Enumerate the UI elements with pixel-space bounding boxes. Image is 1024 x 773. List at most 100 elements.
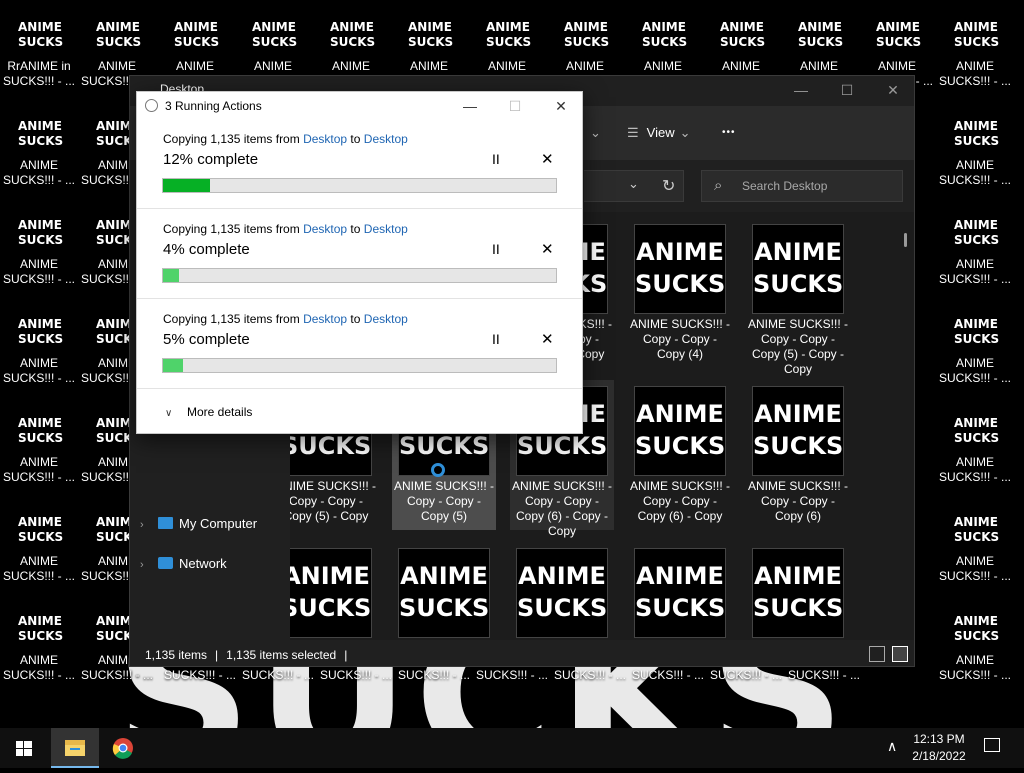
desktop-icon-thumbnail: ANIME SUCKS — [954, 317, 1000, 346]
operation-prefix: Copying 1,135 items from — [163, 312, 304, 326]
desktop-icon[interactable]: ANIME SUCKS ANIME SUCKS!!! - ... — [936, 305, 1014, 404]
operation-prefix: Copying 1,135 items from — [163, 222, 304, 236]
scrollbar-thumb[interactable] — [904, 233, 907, 247]
destination-link[interactable]: Desktop — [364, 222, 408, 236]
nav-item-network[interactable]: › Network — [140, 553, 227, 575]
destination-link[interactable]: Desktop — [364, 312, 408, 326]
file-tile[interactable]: ANIME SUCKS — [392, 542, 496, 640]
pause-button[interactable]: II — [492, 331, 500, 347]
desktop-icon-label[interactable]: SUCKS!!! - ... — [788, 668, 860, 682]
more-options-button[interactable]: ••• — [722, 106, 736, 160]
details-view-icon[interactable] — [869, 646, 885, 662]
more-details-toggle[interactable]: ∨ More details — [165, 405, 252, 419]
desktop-icon[interactable]: ANIME SUCKS ANIME SUCKS!!! - ... — [936, 404, 1014, 503]
file-name: ANIME SUCKS!!! - Copy - Copy - Copy (6) — [747, 479, 848, 523]
clock-date: 2/18/2022 — [912, 749, 966, 763]
desktop-icon[interactable]: ANIME SUCKS ANIME SUCKS!!! - ... — [936, 602, 1014, 701]
address-dropdown-icon[interactable]: ⌄ — [628, 176, 639, 192]
file-tile[interactable]: ANIME SUCKS — [510, 542, 614, 640]
file-tile[interactable]: ANIME SUCKS — [746, 542, 850, 640]
desktop-icon-label[interactable]: SUCKS!!! - ... — [710, 668, 782, 682]
desktop-icon[interactable]: ANIME SUCKS ANIME SUCKS!!! - ... — [0, 503, 78, 602]
pause-button[interactable]: II — [492, 151, 500, 167]
close-button[interactable]: ✕ — [870, 76, 914, 104]
desktop-icon-label[interactable]: SUCKS!!! - ... — [632, 668, 704, 682]
file-name: ANIME SUCKS!!! - Copy - Copy - Copy (4) — [629, 317, 730, 361]
taskbar-file-explorer[interactable] — [51, 728, 99, 768]
cancel-button[interactable]: ✕ — [541, 150, 554, 168]
dialog-close-button[interactable]: ✕ — [538, 92, 584, 120]
dialog-titlebar[interactable]: 3 Running Actions — ☐ ✕ — [137, 92, 582, 120]
desktop-icon-label[interactable]: SUCKS!!! - ... — [320, 668, 392, 682]
pause-button[interactable]: II — [492, 241, 500, 257]
dialog-maximize-button[interactable]: ☐ — [492, 92, 538, 120]
status-bar: 1,135 items | 1,135 items selected | — [130, 640, 914, 666]
expand-chevron-icon[interactable]: › — [140, 514, 158, 536]
maximize-button[interactable]: ☐ — [824, 76, 870, 104]
desktop-icon-label: ANIME SUCKS!!! - ... — [2, 257, 75, 286]
file-operation-dialog[interactable]: 3 Running Actions — ☐ ✕ Copying 1,135 it… — [136, 91, 583, 434]
desktop-icon[interactable]: ANIME SUCKS ANIME SUCKS!!! - ... — [0, 305, 78, 404]
refresh-icon[interactable]: ↻ — [662, 176, 675, 196]
desktop-icon[interactable]: ANIME SUCKS ANIME SUCKS!!! - ... — [0, 404, 78, 503]
large-icons-view-icon[interactable] — [892, 646, 908, 662]
desktop-icon-label[interactable]: SUCKS!!! - ... — [554, 668, 626, 682]
desktop-icon-thumbnail: ANIME SUCKS — [798, 20, 844, 49]
destination-link[interactable]: Desktop — [364, 132, 408, 146]
expand-chevron-icon[interactable]: › — [140, 554, 158, 576]
file-name: ANIME SUCKS!!! - Copy - Copy - Copy (5) … — [747, 317, 848, 376]
file-tile[interactable]: ANIME SUCKSANIME SUCKS!!! - Copy - Copy … — [746, 218, 850, 376]
desktop-icon-label: ANIME SUCKS!!! - ... — [2, 653, 75, 682]
desktop-icon[interactable]: ANIME SUCKS ANIME SUCKS!!! - ... — [936, 107, 1014, 206]
file-tile[interactable]: ANIME SUCKSANIME SUCKS!!! - Copy - Copy … — [628, 380, 732, 530]
nav-item-my-computer[interactable]: › My Computer — [140, 513, 257, 535]
view-button[interactable]: ☰ View ⌄ — [627, 106, 691, 160]
operation-description: Copying 1,135 items from Desktop to Desk… — [163, 222, 408, 236]
start-button[interactable] — [0, 728, 48, 768]
desktop-icon-label: ANIME SUCKS!!! - ... — [2, 356, 75, 385]
copy-operation: Copying 1,135 items from Desktop to Desk… — [137, 210, 582, 299]
clock[interactable]: 12:13 PM 2/18/2022 — [905, 731, 973, 765]
desktop-icon-thumbnail: ANIME SUCKS — [252, 20, 298, 49]
desktop-icon-label[interactable]: SUCKS!!! - ... — [164, 668, 236, 682]
show-hidden-icons-icon[interactable]: ∧ — [887, 738, 897, 755]
desktop-icon[interactable]: ANIME SUCKS ANIME SUCKS!!! - ... — [936, 206, 1014, 305]
desktop-icon-thumbnail: ANIME SUCKS — [954, 515, 1000, 544]
desktop-icon-thumbnail: ANIME SUCKS — [18, 119, 64, 148]
desktop-icon-label[interactable]: SUCKS!!! - ... — [242, 668, 314, 682]
desktop-icon-label: ANIME SUCKS!!! - ... — [2, 158, 75, 187]
percent-complete: 5% complete — [163, 331, 250, 348]
windows-start-icon — [16, 741, 32, 756]
desktop-icon-thumbnail: ANIME SUCKS — [642, 20, 688, 49]
notification-icon[interactable] — [984, 738, 1000, 752]
desktop-icon[interactable]: ANIME SUCKS ANIME SUCKS!!! - ... — [0, 206, 78, 305]
desktop-icon[interactable]: ANIME SUCKS RrANIME in SUCKS!!! - ... — [0, 8, 78, 107]
cancel-button[interactable]: ✕ — [541, 240, 554, 258]
source-link[interactable]: Desktop — [303, 222, 347, 236]
desktop-icon-label: ANIME SUCKS!!! - ... — [938, 455, 1011, 484]
desktop-icon[interactable]: ANIME SUCKS ANIME SUCKS!!! - ... — [0, 107, 78, 206]
source-link[interactable]: Desktop — [303, 312, 347, 326]
desktop-icon[interactable]: ANIME SUCKS ANIME SUCKS!!! - ... — [936, 8, 1014, 107]
desktop-icon[interactable]: ANIME SUCKS ANIME SUCKS!!! - ... — [936, 503, 1014, 602]
source-link[interactable]: Desktop — [303, 132, 347, 146]
cancel-button[interactable]: ✕ — [541, 330, 554, 348]
desktop-icon[interactable]: ANIME SUCKS ANIME SUCKS!!! - ... — [0, 602, 78, 701]
file-tile[interactable]: ANIME SUCKS — [290, 542, 378, 640]
progress-fill — [163, 179, 211, 192]
file-tile[interactable]: ANIME SUCKSANIME SUCKS!!! - Copy - Copy … — [746, 380, 850, 530]
file-tile[interactable]: ANIME SUCKS — [628, 542, 732, 640]
desktop-icon-thumbnail: ANIME SUCKS — [954, 119, 1000, 148]
sort-chevron-icon[interactable]: ⌄ — [590, 106, 601, 160]
search-input[interactable]: ⌕ Search Desktop — [701, 170, 903, 202]
desktop-icon-label[interactable]: SUCKS!!! - ... — [398, 668, 470, 682]
search-placeholder: Search Desktop — [742, 179, 828, 193]
desktop-icon-label: ANIME SUCKS!!! - ... — [938, 257, 1011, 286]
dialog-minimize-button[interactable]: — — [447, 92, 493, 120]
nav-label: My Computer — [179, 516, 258, 531]
desktop-icon-label[interactable]: SUCKS!!! - ... — [476, 668, 548, 682]
file-tile[interactable]: ANIME SUCKSANIME SUCKS!!! - Copy - Copy … — [628, 218, 732, 368]
taskbar-chrome[interactable] — [99, 728, 147, 768]
view-icon: ☰ — [627, 125, 639, 140]
minimize-button[interactable]: — — [778, 76, 824, 104]
